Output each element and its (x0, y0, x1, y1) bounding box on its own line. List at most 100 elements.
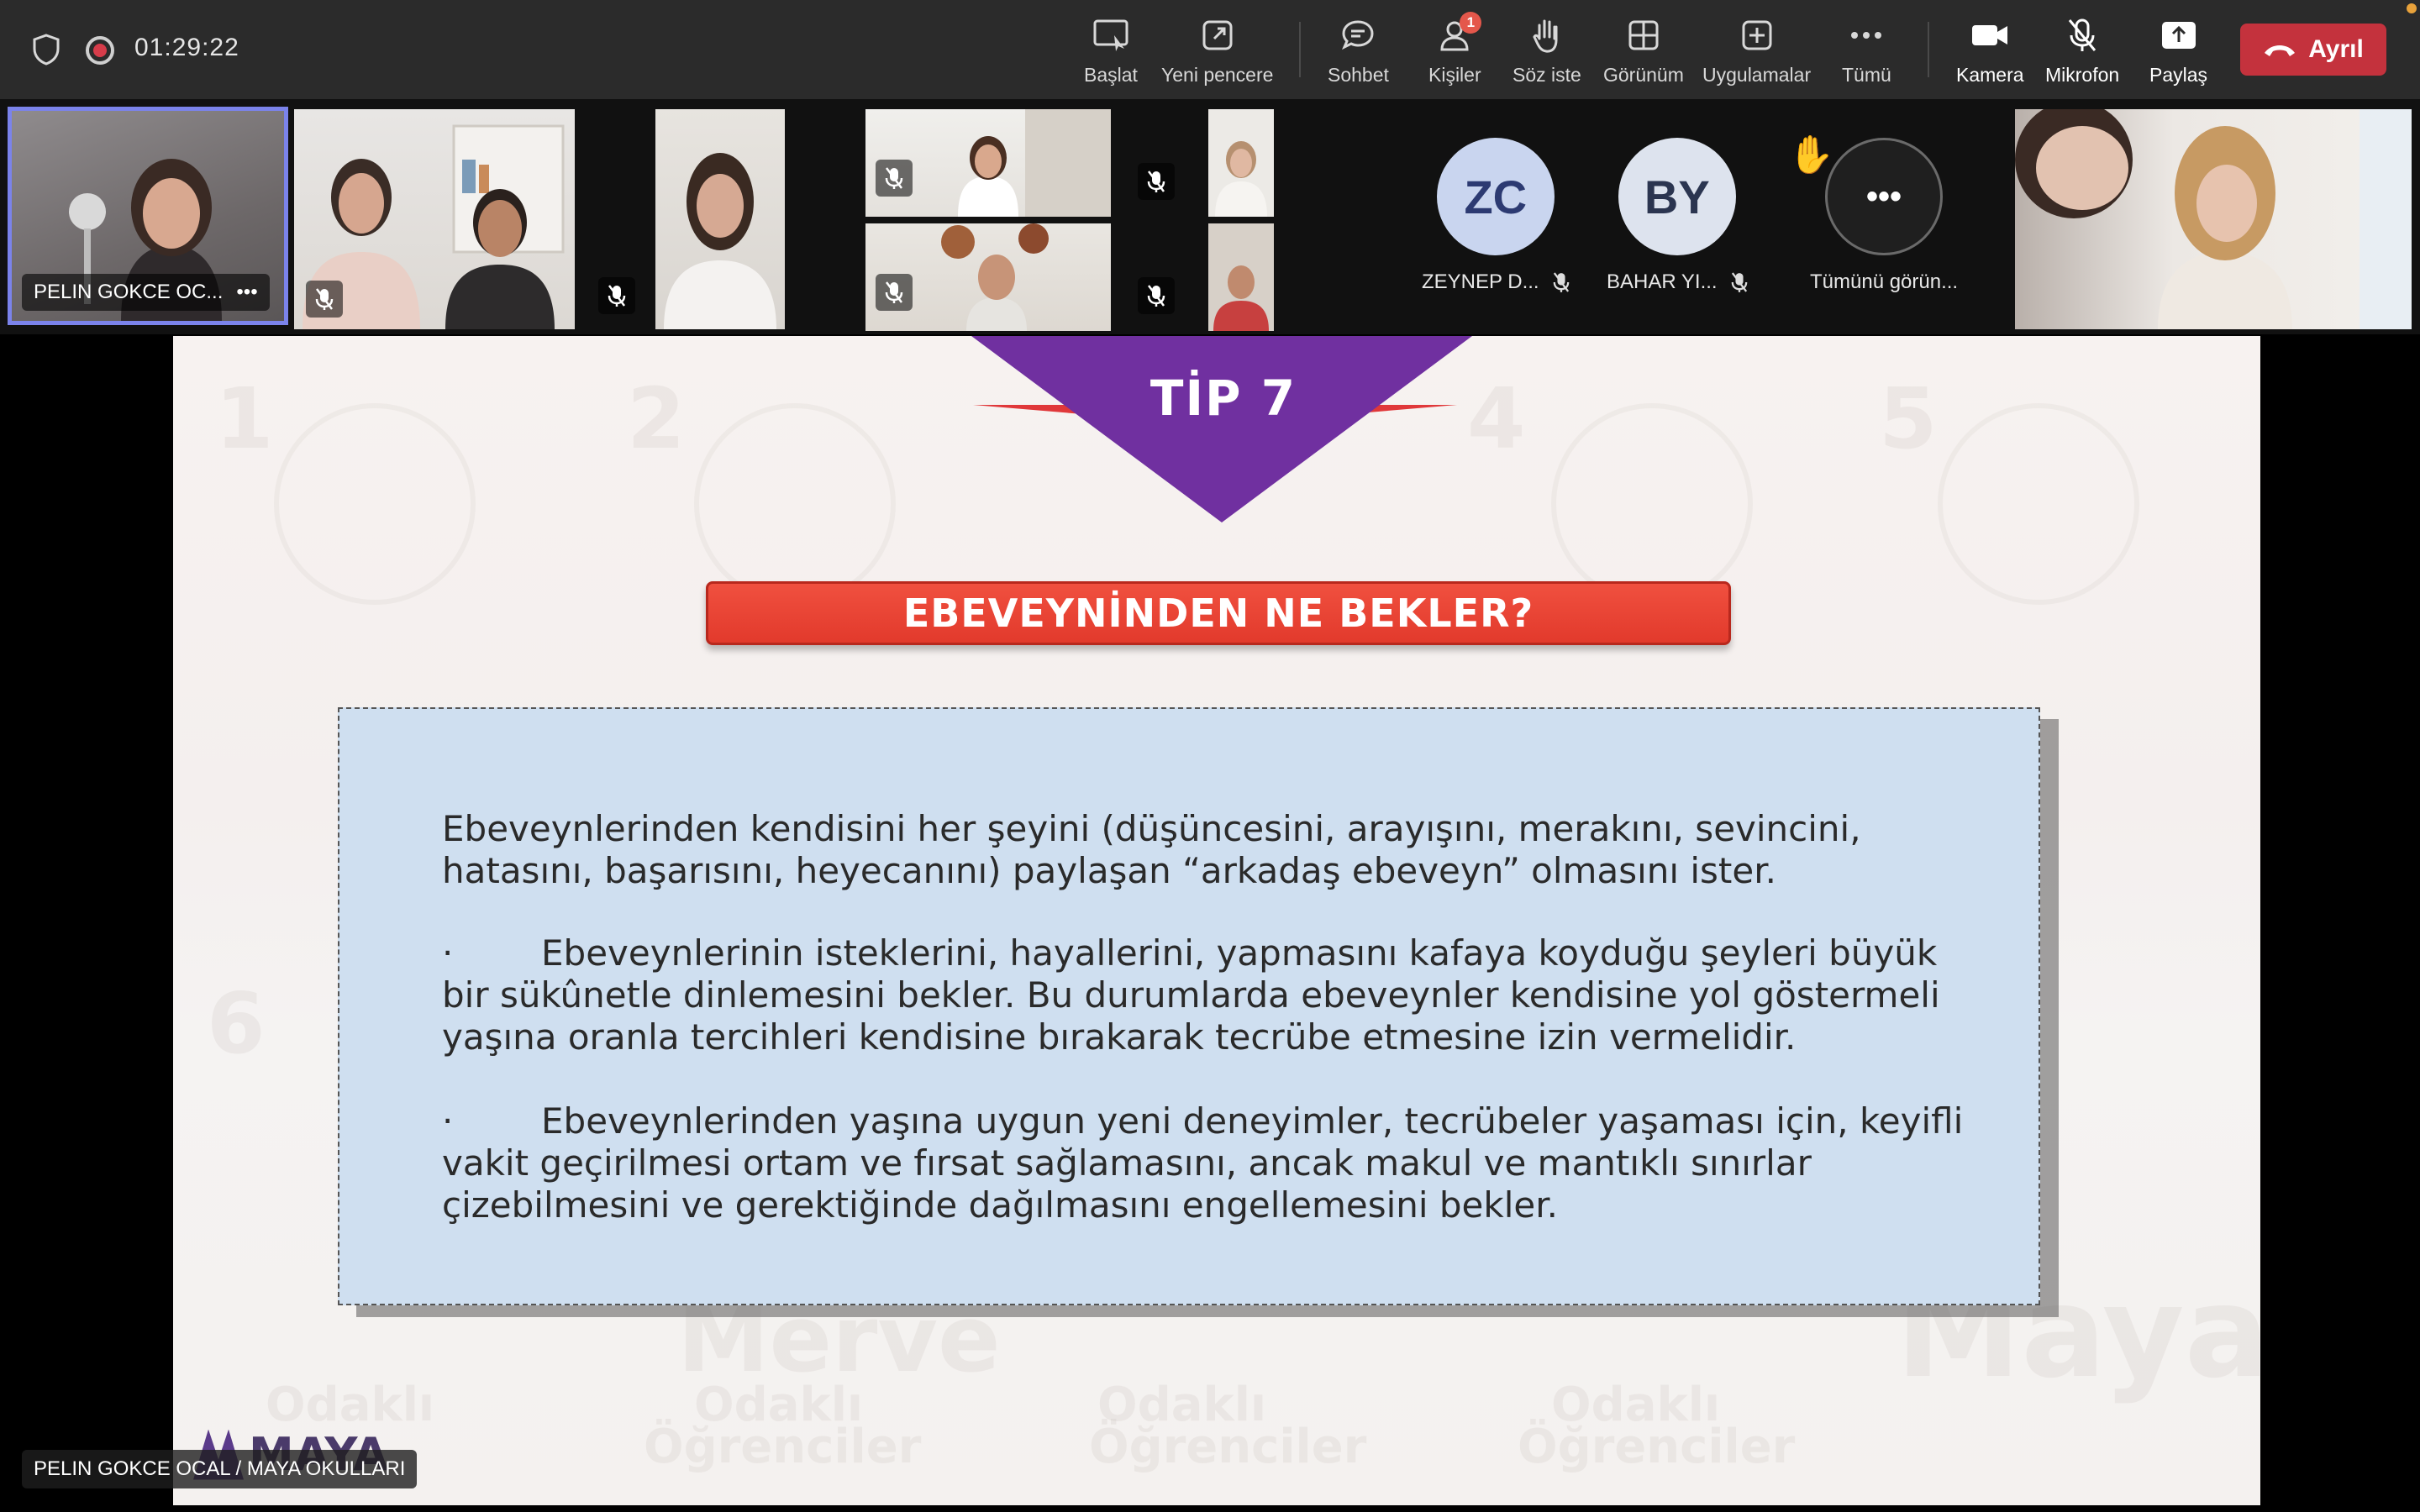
slide-paragraph-3-block: · Ebeveynlerinden yaşına uygun yeni deney… (442, 1100, 1971, 1226)
meeting-timer: 01:29:22 (134, 34, 239, 61)
participant-video-icon (2015, 109, 2412, 329)
bg-word: Öğrenciler (1518, 1420, 1796, 1474)
mic-off-icon (1731, 272, 1747, 292)
bg-word: Öğrenciler (644, 1420, 922, 1474)
participant-video-icon (1213, 265, 1269, 331)
participant-tile-8[interactable] (2015, 109, 2412, 329)
bg-illustration (274, 403, 476, 605)
participant-tile-7[interactable] (1208, 223, 1274, 331)
view-all-participants-button[interactable]: ••• Tümünü görün... (1810, 138, 1958, 294)
participant-tile-6[interactable] (865, 223, 1111, 331)
share-button[interactable]: Paylaş (2149, 15, 2207, 91)
participant-video-icon (1215, 141, 1267, 217)
participant-tile-4[interactable] (865, 109, 1111, 217)
leave-button[interactable]: Ayrıl (2240, 24, 2386, 76)
slide-paragraph-2: Ebeveynlerinin isteklerini, hayallerini,… (442, 932, 1940, 1058)
participant-name: ZEYNEP D... (1422, 270, 1539, 293)
start-button[interactable]: Başlat (1084, 15, 1138, 91)
participant-video-icon (664, 153, 776, 329)
new-window-button[interactable]: Yeni pencere (1161, 15, 1273, 91)
camera-label: Kamera (1956, 64, 2024, 86)
share-screen-icon (2159, 15, 2199, 55)
people-button[interactable]: 1 Kişiler (1428, 12, 1482, 91)
view-all-label: Tümünü görün... (1810, 270, 1959, 293)
mic-status-icon (876, 160, 913, 197)
raise-hand-button[interactable]: Söz iste (1512, 15, 1581, 91)
hang-up-icon (2265, 45, 2296, 56)
start-label: Başlat (1084, 64, 1138, 86)
presentation-slide: 1 2 4 5 6 Odaklı Odaklı Odaklı Odaklı Öğ… (173, 336, 2260, 1505)
mic-status-icon (598, 277, 635, 314)
microphone-button[interactable]: Mikrofon (2045, 15, 2119, 91)
participant-tile-room[interactable] (294, 109, 575, 329)
participant-tile-5[interactable] (1208, 109, 1274, 217)
bullet-point: · (442, 1100, 454, 1142)
slide-heading: EBEVEYNİNDEN NE BEKLER? (902, 591, 1534, 636)
chat-label: Sohbet (1328, 64, 1389, 86)
raise-hand-label: Söz iste (1512, 64, 1581, 86)
shield-icon[interactable] (32, 34, 60, 66)
more-label: Tümü (1842, 64, 1891, 86)
chat-button[interactable]: Sohbet (1328, 15, 1389, 91)
bg-illustration (1938, 403, 2139, 605)
add-app-icon (1737, 15, 1777, 55)
view-label: Görünüm (1603, 64, 1684, 86)
avatar: BY (1618, 138, 1736, 255)
bg-number: 4 (1467, 370, 1526, 468)
participant-name: BAHAR YI... (1607, 270, 1718, 293)
share-label: Paylaş (2149, 64, 2208, 86)
people-icon: 1 (1434, 12, 1482, 55)
more-dots-icon (1846, 15, 1886, 55)
tip-banner (971, 336, 1472, 522)
bg-word: Odaklı (266, 1378, 435, 1432)
active-speaker-name-tag: PELIN GOKCE OC... ••• (22, 274, 270, 311)
mic-status-icon (306, 281, 343, 318)
mic-status-icon (1138, 277, 1175, 314)
participants-strip: PELIN GOKCE OC... ••• ZC ZEYNEP D... BY … (0, 99, 2420, 334)
camera-icon (1970, 15, 2010, 55)
bg-illustration (1551, 403, 1753, 605)
participant-options-icon[interactable]: ••• (236, 281, 257, 304)
slide-paragraph-2-block: · Ebeveynlerinin isteklerini, hayallerini… (442, 932, 1971, 1058)
new-window-label: Yeni pencere (1161, 64, 1274, 86)
camera-button[interactable]: Kamera (1956, 15, 2024, 91)
bg-number: 2 (627, 370, 686, 468)
new-window-icon (1197, 15, 1238, 55)
avatar: ZC (1436, 138, 1555, 255)
slide-heading-bar: EBEVEYNİNDEN NE BEKLER? (706, 581, 1731, 645)
participant-avatar-bahar[interactable]: BY BAHAR YI... (1607, 138, 1748, 294)
participant-tile-active-speaker[interactable]: PELIN GOKCE OC... ••• (8, 107, 288, 325)
avatar-name: ZEYNEP D... (1422, 270, 1570, 294)
avatar-initials: BY (1644, 170, 1710, 223)
screen-start-icon (1091, 15, 1131, 55)
apps-label: Uygulamalar (1702, 64, 1812, 86)
bg-number: 5 (1879, 370, 1938, 468)
shared-screen: 1 2 4 5 6 Odaklı Odaklı Odaklı Odaklı Öğ… (8, 336, 2412, 1505)
mic-status-icon (1138, 163, 1175, 200)
more-button[interactable]: Tümü (1842, 15, 1891, 91)
toolbar-divider (1299, 22, 1301, 77)
more-dots-icon: ••• (1866, 177, 1902, 215)
active-speaker-name: PELIN GOKCE OC... (34, 281, 224, 303)
slide-paragraph-1: Ebeveynlerinden kendisini her şeyini (dü… (442, 808, 1861, 891)
participant-avatar-zeynep[interactable]: ZC ZEYNEP D... (1422, 138, 1570, 294)
apps-button[interactable]: Uygulamalar (1702, 15, 1811, 91)
toolbar-divider (1928, 22, 1929, 77)
people-count-badge: 1 (1460, 12, 1482, 34)
bg-word: Öğrenciler (1089, 1420, 1367, 1474)
bg-number: 6 (207, 974, 266, 1073)
bg-number: 1 (215, 370, 274, 468)
mic-off-icon (2062, 15, 2102, 55)
avatar-name: BAHAR YI... (1607, 270, 1748, 294)
notification-dot (2407, 3, 2417, 13)
participant-tile-3[interactable] (655, 109, 785, 329)
leave-label: Ayrıl (2308, 35, 2364, 63)
avatar-initials: ZC (1464, 170, 1528, 223)
bullet-point: · (442, 932, 454, 974)
view-button[interactable]: Görünüm (1603, 15, 1684, 91)
view-all-icon: ••• (1825, 138, 1944, 255)
slide-text-box: Ebeveynlerinden kendisini her şeyini (dü… (338, 707, 2040, 1305)
raise-hand-icon (1527, 15, 1567, 55)
recording-indicator-icon (86, 36, 114, 65)
slide-paragraph-3: Ebeveynlerinden yaşına uygun yeni deneyi… (442, 1100, 1964, 1226)
